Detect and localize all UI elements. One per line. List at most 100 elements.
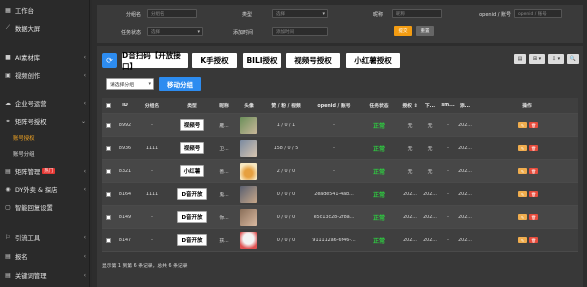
cell-status: 正常 [372,168,385,176]
edit-button[interactable]: ✎ [518,214,527,220]
sidebar-item-label: 工作台 [15,7,34,15]
columns-icon[interactable]: ⊞ ▾ [529,54,545,64]
delete-button[interactable]: 🗑 [529,168,538,174]
group-select[interactable]: 请选择分组 [106,78,154,90]
cell-id: 8936 [118,145,132,151]
sidebar-item-label: 矩阵号授权 [15,118,47,126]
type-tag: D音开放 [177,234,207,246]
reset-button[interactable]: 重置 [416,26,434,36]
list-view-icon[interactable]: ▤ [514,54,526,64]
row-checkbox[interactable] [106,169,111,174]
sidebar-item-traffic-tools[interactable]: ⚐ 引流工具 ‹ [0,230,90,244]
move-group-button[interactable]: 移动分组 [159,77,201,91]
header-id[interactable]: ID [116,103,134,108]
delete-button[interactable]: 🗑 [529,122,538,128]
header-auth[interactable]: 授权 ⇕ [400,102,420,109]
bili-auth-button[interactable]: BILI授权 [243,53,281,68]
sidebar-item-matrix-auth[interactable]: ⚭ 矩阵号授权 ⌄ [0,114,90,128]
header-nick: 昵称 [219,104,229,109]
cell-nick: 鬼... [219,192,229,198]
openid-input[interactable]: openid / 账号 [514,9,562,18]
edit-button[interactable]: ✎ [518,191,527,197]
delete-button[interactable]: 🗑 [529,191,538,197]
header-group: 分组名 [144,104,160,109]
filter-panel: 分组名 分组名 类型 选择 昵称 昵称 openid / 账号 openid /… [97,5,583,43]
add-time-input[interactable]: 添加时间 [272,27,328,36]
cell-auth: 无 [407,123,413,129]
cell-type: 小红薯 [176,165,208,177]
sidebar-item-workbench[interactable]: ▦ 工作台 [0,3,90,17]
task-status-select[interactable]: 选择 [147,27,203,36]
type-tag: 小红薯 [179,165,205,177]
sidebar-item-matrix-manage[interactable]: ▤ 矩阵管理 热门 ‹ [0,164,90,178]
delete-button[interactable]: 🗑 [529,145,538,151]
cell-auth: 无 [407,146,413,152]
link-icon: ⚭ [5,117,11,125]
edit-button[interactable]: ✎ [518,145,527,151]
search-icon[interactable]: 🔍 [567,54,579,64]
sidebar-item-ai-assets[interactable]: ■ AI素材库 ‹ [0,50,90,64]
export-icon[interactable]: ⇩ ▾ [548,54,564,64]
xiaohongshu-auth-button[interactable]: 小红薯授权 [346,53,400,68]
chat-icon: ▢ [5,203,11,211]
delete-button[interactable]: 🗑 [529,214,538,220]
refresh-icon[interactable]: ⟳ [102,53,117,68]
row-checkbox[interactable] [106,192,111,197]
delete-button[interactable]: 🗑 [529,237,538,243]
douyin-scan-button[interactable]: D音扫码【开放接口】 [122,51,188,71]
header-type: 类型 [187,104,197,109]
header-sm: sm... [441,103,455,108]
sidebar-item-enterprise[interactable]: ☁ 企业号运营 ‹ [0,96,90,110]
chevron-left-icon: ‹ [83,252,86,260]
sidebar-item-label: 企业号运营 [15,100,47,108]
sidebar-item-bigscreen[interactable]: ⟋ 数据大屏 [0,21,90,35]
chevron-left-icon: ‹ [83,99,86,107]
select-all-checkbox[interactable] [106,103,111,108]
group-input[interactable]: 分组名 [147,9,197,18]
sidebar-item-keywords[interactable]: ▤ 关键词管理 ‹ [0,268,90,282]
sidebar-item-label: 智能回复设置 [15,204,53,212]
row-checkbox[interactable] [106,215,111,220]
app-root: ▦ 工作台 ⟋ 数据大屏 ■ AI素材库 ‹ ▣ 视频创作 ‹ ☁ 企业号运营 … [0,0,587,287]
add-time-label: 添加时间 [232,30,253,36]
row-checkbox[interactable] [106,238,111,243]
cell-id: 8164 [118,191,132,197]
cell-stats: 2 / 0 / 0 [276,168,296,174]
table-row: 8992 - 视频号 雁... 1 / 0 / 1 - 正常 无 无 - 202… [102,114,578,137]
avatar [240,232,257,249]
sidebar-item-signup[interactable]: ▤ 报名 ‹ [0,249,90,263]
avatar [240,140,257,157]
chevron-left-icon: ‹ [83,71,86,79]
header-openid: openid / 账号 [317,104,351,109]
header-down: 下... [424,104,436,109]
submit-button[interactable]: 提交 [394,26,412,36]
shipinhao-auth-button[interactable]: 视频号授权 [286,53,340,68]
cell-stats: 0 / 0 / 0 [276,191,296,197]
sidebar-item-smart-reply[interactable]: ▢ 智能回复设置 [0,200,90,214]
table-panel: ⟳ D音扫码【开放接口】 K手授权 BILI授权 视频号授权 小红薯授权 ▤ ⊞… [97,46,583,287]
cell-down: 202... [423,214,437,220]
kuaishou-auth-button[interactable]: K手授权 [192,53,237,68]
edit-button[interactable]: ✎ [518,122,527,128]
type-tag: 视频号 [179,142,205,154]
nickname-input[interactable]: 昵称 [392,9,442,18]
cell-status: 正常 [372,191,385,199]
edit-button[interactable]: ✎ [518,168,527,174]
edit-button[interactable]: ✎ [518,237,527,243]
cell-down: 无 [427,146,433,152]
row-checkbox[interactable] [106,123,111,128]
cell-add: 202... [458,122,472,128]
sidebar-subitem-account-group[interactable]: 账号分组 [13,150,35,158]
food-icon: ◉ [5,185,11,193]
sidebar-item-dy-food[interactable]: ◉ DY外卖 & 探店 ‹ [0,182,90,196]
cell-status: 正常 [372,214,385,222]
table-row: 8164 1111 D音开放 鬼... 0 / 0 / 0 2eade541-4… [102,183,578,206]
sidebar-subitem-account-auth[interactable]: 账号授权 [13,134,35,142]
cell-nick: 卫... [219,146,229,152]
sidebar-item-video-create[interactable]: ▣ 视频创作 ‹ [0,68,90,82]
row-checkbox[interactable] [106,146,111,151]
type-select[interactable]: 选择 [272,9,328,18]
avatar [240,186,257,203]
cell-sm: - [447,145,449,151]
cell-openid: e5c13c28-2f8a... [313,214,355,220]
